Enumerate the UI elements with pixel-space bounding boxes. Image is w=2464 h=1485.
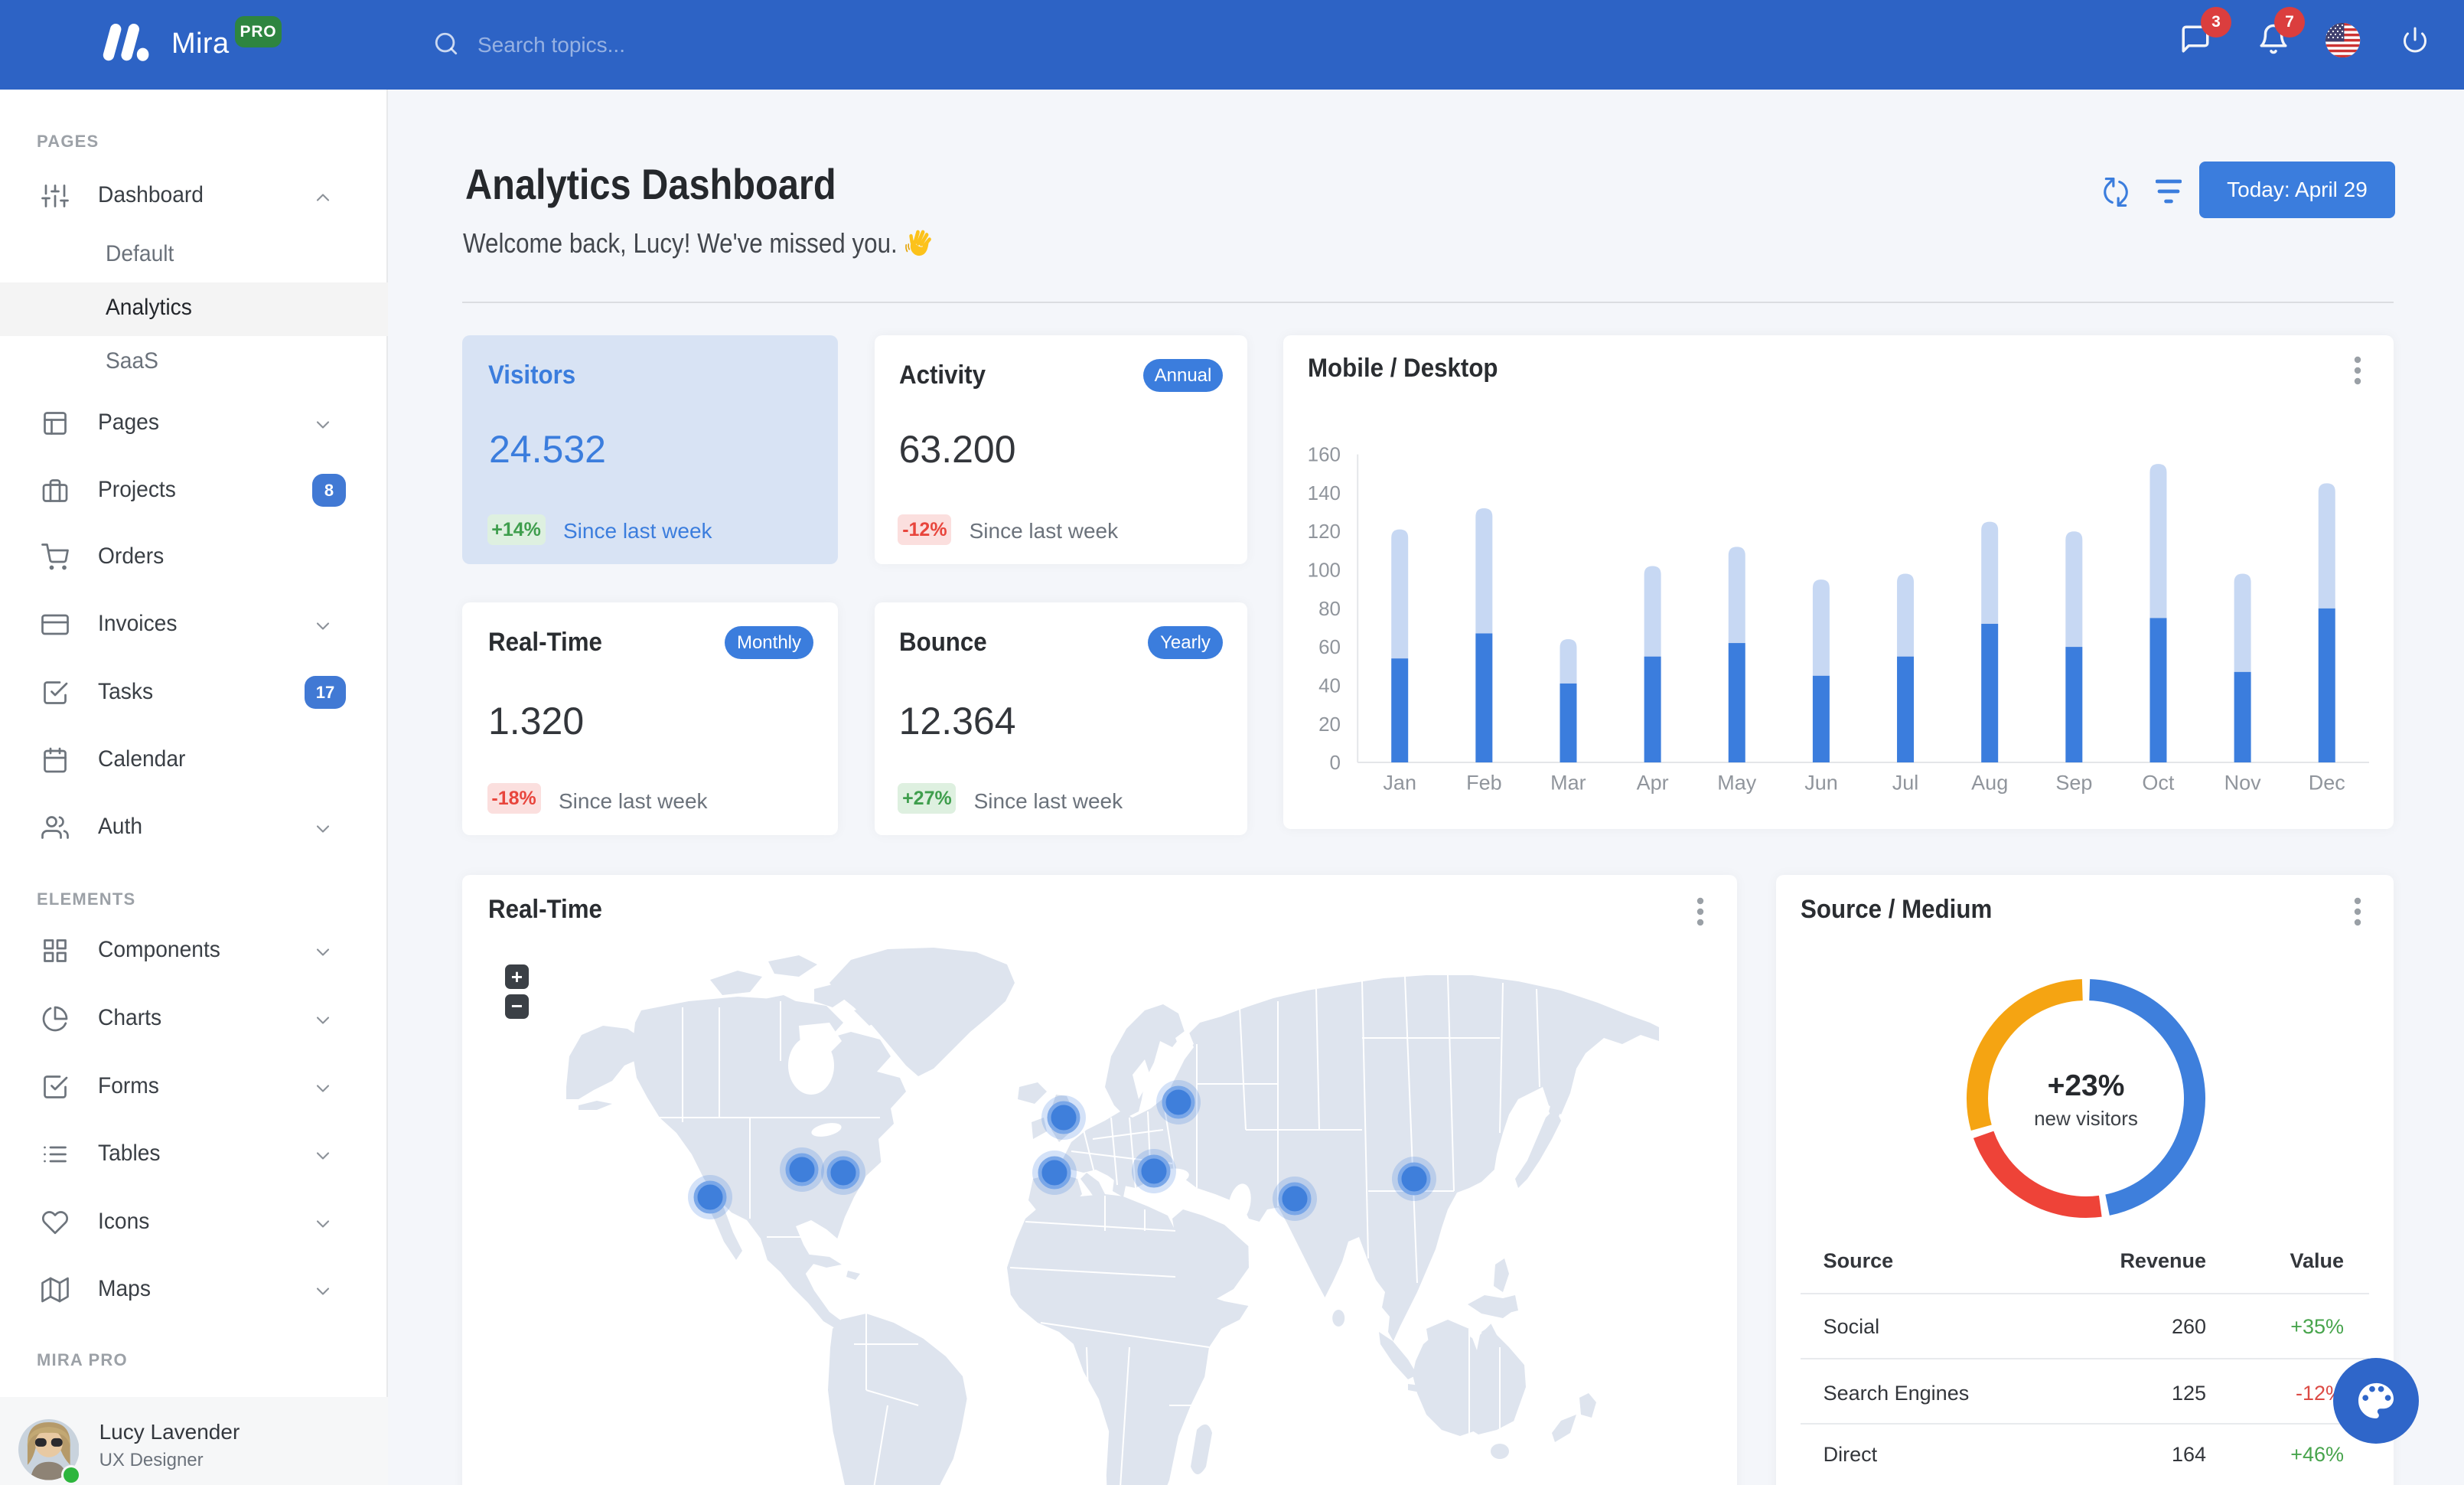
svg-text:May: May — [1717, 771, 1757, 794]
svg-text:Apr: Apr — [1637, 771, 1669, 794]
svg-text:100: 100 — [1308, 559, 1341, 582]
svg-text:Feb: Feb — [1466, 771, 1502, 794]
svg-text:Jan: Jan — [1383, 771, 1416, 794]
svg-text:80: 80 — [1318, 597, 1341, 620]
svg-text:60: 60 — [1318, 635, 1341, 658]
svg-text:Oct: Oct — [2142, 771, 2175, 794]
svg-text:Sep: Sep — [2055, 771, 2092, 794]
svg-text:40: 40 — [1318, 674, 1341, 697]
svg-text:Jul: Jul — [1892, 771, 1919, 794]
svg-text:140: 140 — [1308, 481, 1341, 504]
svg-text:0: 0 — [1330, 751, 1341, 774]
svg-text:Nov: Nov — [2224, 771, 2262, 794]
svg-text:Jun: Jun — [1804, 771, 1838, 794]
svg-text:Dec: Dec — [2309, 771, 2345, 794]
svg-text:Aug: Aug — [1971, 771, 2008, 794]
svg-text:Mar: Mar — [1550, 771, 1586, 794]
svg-text:20: 20 — [1318, 713, 1341, 736]
svg-text:160: 160 — [1308, 443, 1341, 466]
svg-text:120: 120 — [1308, 520, 1341, 543]
